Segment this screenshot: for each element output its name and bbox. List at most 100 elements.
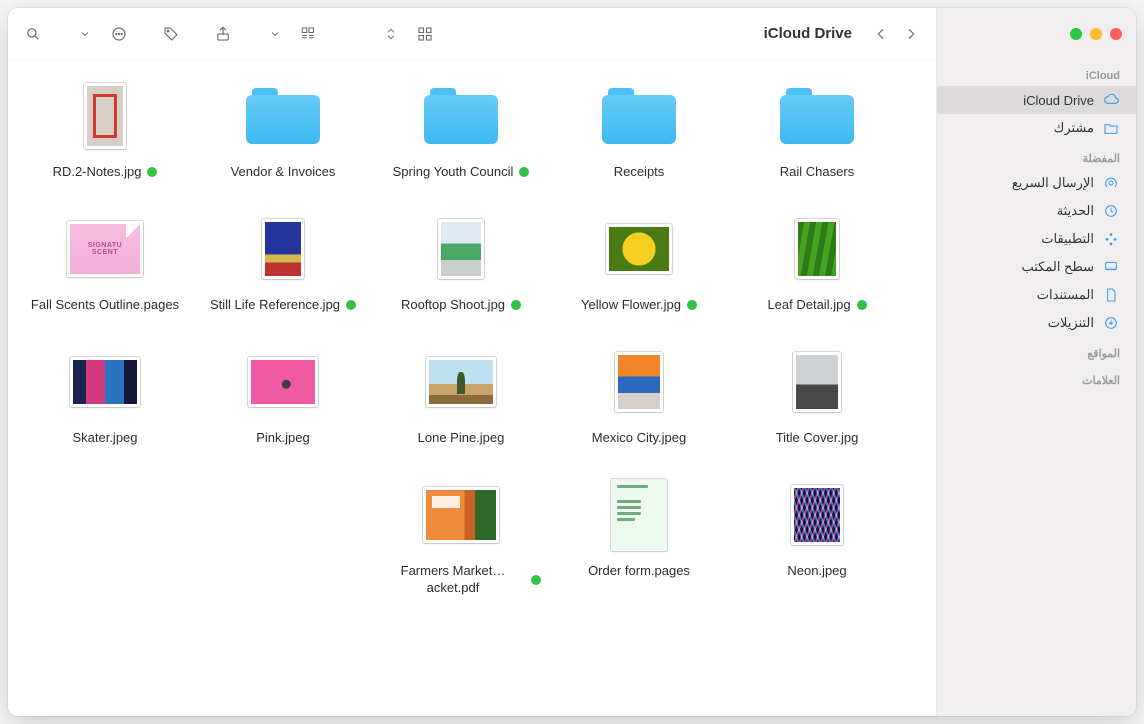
grid-blank (194, 475, 372, 597)
file-name: Vendor & Invoices (231, 164, 336, 181)
file-name: Rooftop Shoot.jpg (401, 297, 505, 314)
file-caption: RD.2-Notes.jpg (53, 164, 158, 181)
file-caption: Skater.jpeg (72, 430, 137, 447)
pages-document-icon: SIGNATUSCENT (67, 221, 143, 277)
file-name: Lone Pine.jpeg (418, 430, 505, 447)
file-caption: Receipts (614, 164, 665, 181)
image-thumbnail (438, 219, 484, 279)
sidebar-item-documents[interactable]: المستندات (937, 281, 1136, 309)
file-name: Yellow Flower.jpg (581, 297, 681, 314)
image-thumbnail (70, 357, 140, 407)
close-window-button[interactable] (1110, 28, 1122, 40)
sidebar-item-applications[interactable]: التطبيقات (937, 225, 1136, 253)
apps-icon (1102, 230, 1120, 248)
file-item[interactable]: Leaf Detail.jpg (728, 209, 906, 314)
sidebar-item-label: مشترك (953, 120, 1094, 136)
group-by-button[interactable] (296, 22, 322, 46)
file-thumbnail (594, 209, 684, 289)
tag-dot-icon (531, 575, 541, 585)
sidebar-section-tags: العلامات (937, 364, 1136, 391)
file-item[interactable]: Order form.pages (550, 475, 728, 597)
file-caption: Neon.jpeg (787, 563, 846, 580)
file-name: Fall Scents Outline.pages (31, 297, 179, 314)
image-thumbnail (606, 224, 672, 274)
file-thumbnail (416, 76, 506, 156)
file-caption: Rail Chasers (780, 164, 854, 181)
file-caption: Leaf Detail.jpg (767, 297, 866, 314)
file-caption: Spring Youth Council (393, 164, 530, 181)
file-caption: Yellow Flower.jpg (581, 297, 697, 314)
file-item[interactable]: SIGNATUSCENT Fall Scents Outline.pages (16, 209, 194, 314)
traffic-lights (1070, 28, 1122, 40)
sort-toggle-button[interactable] (378, 22, 404, 46)
file-caption: Vendor & Invoices (231, 164, 336, 181)
file-thumbnail (772, 342, 862, 422)
file-item[interactable]: Skater.jpeg (16, 342, 194, 447)
file-item[interactable]: Yellow Flower.jpg (550, 209, 728, 314)
window-title: iCloud Drive (764, 25, 852, 42)
file-caption: Still Life Reference.jpg (210, 297, 356, 314)
file-item[interactable]: Pink.jpeg (194, 342, 372, 447)
file-item[interactable]: Neon.jpeg (728, 475, 906, 597)
minimize-window-button[interactable] (1090, 28, 1102, 40)
file-item[interactable]: Lone Pine.jpeg (372, 342, 550, 447)
tag-dot-icon (147, 167, 157, 177)
sidebar-item-airdrop[interactable]: الإرسال السريع (937, 169, 1136, 197)
file-thumbnail (238, 76, 328, 156)
sidebar-item-label: iCloud Drive (953, 93, 1094, 108)
tags-button[interactable] (158, 22, 184, 46)
file-item[interactable]: Rooftop Shoot.jpg (372, 209, 550, 314)
grid-blank (16, 475, 194, 597)
file-name: RD.2-Notes.jpg (53, 164, 142, 181)
file-caption: Mexico City.jpeg (592, 430, 686, 447)
image-thumbnail (262, 219, 304, 279)
action-menu-button[interactable] (106, 22, 132, 46)
sidebar-item-desktop[interactable]: سطح المكتب (937, 253, 1136, 281)
file-thumbnail (238, 209, 328, 289)
file-item[interactable]: Mexico City.jpeg (550, 342, 728, 447)
search-button[interactable] (20, 22, 46, 46)
file-item[interactable]: Receipts (550, 76, 728, 181)
file-item[interactable]: Vendor & Invoices (194, 76, 372, 181)
file-item[interactable]: RD.2-Notes.jpg (16, 76, 194, 181)
file-item[interactable]: Farmers Market…acket.pdf (372, 475, 550, 597)
content-scroll[interactable]: RD.2-Notes.jpg Vendor & Invoices Spring Yo… (8, 60, 936, 716)
file-thumbnail (238, 342, 328, 422)
toolbar: iCloud Drive (8, 8, 936, 60)
sidebar-item-icloud-drive[interactable]: iCloud Drive (937, 86, 1136, 114)
sidebar: iCloud iCloud Drive مشترك المفضلة الإرسا… (936, 8, 1136, 716)
sidebar-item-label: التنزيلات (953, 315, 1094, 331)
folder-icon (780, 88, 854, 144)
sidebar-item-downloads[interactable]: التنزيلات (937, 309, 1136, 337)
view-as-icons-button[interactable] (412, 22, 438, 46)
file-name: Still Life Reference.jpg (210, 297, 340, 314)
tag-dot-icon (687, 300, 697, 310)
image-thumbnail (423, 487, 499, 543)
file-item[interactable]: Spring Youth Council (372, 76, 550, 181)
pages-document-icon (611, 479, 667, 551)
finder-window: iCloud iCloud Drive مشترك المفضلة الإرسا… (8, 8, 1136, 716)
file-thumbnail (594, 475, 684, 555)
sidebar-item-label: المستندات (953, 287, 1094, 303)
nav-forward-button[interactable] (898, 22, 924, 46)
file-caption: Rooftop Shoot.jpg (401, 297, 521, 314)
share-button[interactable] (210, 22, 236, 46)
file-name: Title Cover.jpg (776, 430, 859, 447)
file-thumbnail (594, 342, 684, 422)
sidebar-item-recents[interactable]: الحديثة (937, 197, 1136, 225)
sidebar-item-label: سطح المكتب (953, 259, 1094, 275)
view-menu-chevron[interactable] (262, 22, 288, 46)
file-item[interactable]: Still Life Reference.jpg (194, 209, 372, 314)
image-thumbnail (791, 485, 843, 545)
maximize-window-button[interactable] (1070, 28, 1082, 40)
file-name: Mexico City.jpeg (592, 430, 686, 447)
action-menu-chevron[interactable] (72, 22, 98, 46)
file-item[interactable]: Title Cover.jpg (728, 342, 906, 447)
nav-back-button[interactable] (868, 22, 894, 46)
sidebar-item-label: الإرسال السريع (953, 175, 1094, 191)
sidebar-item-shared[interactable]: مشترك (937, 114, 1136, 142)
file-name: Farmers Market…acket.pdf (381, 563, 525, 597)
tag-dot-icon (857, 300, 867, 310)
file-thumbnail (416, 342, 506, 422)
file-item[interactable]: Rail Chasers (728, 76, 906, 181)
